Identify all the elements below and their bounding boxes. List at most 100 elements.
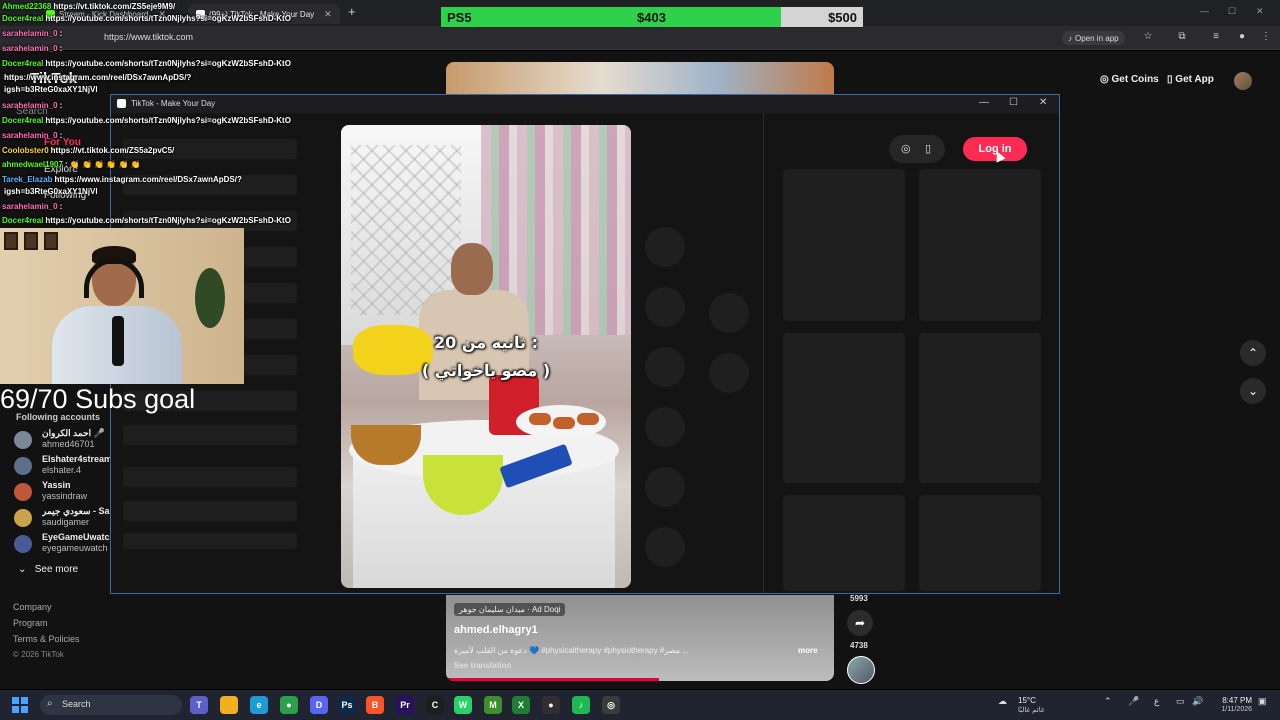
chat-message: Docer4real https://youtube.com/shorts/tTz… <box>2 116 291 125</box>
volume-icon[interactable]: 🔊 <box>1192 696 1203 707</box>
compass-icon[interactable]: ◎ <box>901 142 911 155</box>
chevron-down-icon: ⌄ <box>1247 384 1259 398</box>
notification-icon[interactable]: ▣ <box>1258 696 1267 707</box>
profile-icon[interactable]: ● <box>1236 31 1248 43</box>
tiktok-icon: ♪ <box>1068 33 1072 43</box>
next-video-button[interactable]: ⌄ <box>1240 378 1266 404</box>
obs-icon[interactable]: ● <box>542 696 560 714</box>
following-account[interactable]: Yassin yassindraw <box>14 480 110 504</box>
chat-username: Docer4real <box>2 14 44 23</box>
footer-company-link[interactable]: Company <box>13 602 52 612</box>
taskbar-search[interactable]: ⌕ Search <box>40 695 182 715</box>
previous-video-button[interactable]: ⌃ <box>1240 340 1266 366</box>
chat-message: Docer4real https://youtube.com/shorts/tTz… <box>2 14 291 23</box>
start-button[interactable] <box>12 697 28 713</box>
video-progress-bar[interactable] <box>446 678 660 681</box>
extensions-icon[interactable]: ⧉ <box>1176 31 1188 43</box>
chat-message: Docer4real https://youtube.com/shorts/tTz… <box>2 216 291 225</box>
menu-icon[interactable]: ⋮ <box>1260 31 1272 43</box>
footer-terms-link[interactable]: Terms & Policies <box>13 634 80 644</box>
see-translation-link[interactable]: See translation <box>454 661 511 670</box>
close-window-icon[interactable]: ✕ <box>1256 6 1264 17</box>
app-icon[interactable]: ◎ <box>602 696 620 714</box>
photoshop-icon[interactable]: Ps <box>338 696 356 714</box>
close-icon[interactable]: ✕ <box>1039 97 1047 108</box>
video-description: دعوة من القلب لأميرة 💙 #physicaltherapy … <box>454 646 689 655</box>
action-placeholder <box>645 287 685 327</box>
following-account[interactable]: سعودي جيمر - Sa saudigamer <box>14 506 110 530</box>
maximize-icon[interactable]: ☐ <box>1009 97 1018 108</box>
phone-icon[interactable]: ▯ <box>925 142 931 155</box>
spotify-icon[interactable]: ♪ <box>572 696 590 714</box>
chat-text: : <box>59 101 63 110</box>
chrome-icon[interactable]: ● <box>280 696 298 714</box>
video-player[interactable]: 20 ثانيه من : ( مصو ياخواتي ) <box>341 125 631 588</box>
teams-icon[interactable]: T <box>190 696 208 714</box>
premiere-icon[interactable]: Pr <box>396 696 414 714</box>
chat-text: : <box>59 44 63 53</box>
popup-toolbar: ◎ ▯ <box>889 135 945 163</box>
weather-description[interactable]: غائم غالبًا <box>1018 706 1045 714</box>
network-icon[interactable]: ▭ <box>1176 696 1185 707</box>
webcam-plant <box>195 268 225 328</box>
edge-icon[interactable]: e <box>250 696 268 714</box>
minimize-icon[interactable]: — <box>979 97 989 108</box>
video-caption-line-1: 20 ثانيه من : <box>434 333 538 352</box>
see-more-label: See more <box>34 564 79 575</box>
get-app-button[interactable]: ▯ Get App <box>1167 74 1214 85</box>
xbox-icon[interactable]: X <box>512 696 530 714</box>
clock-date[interactable]: 1/11/2026 <box>1208 706 1252 713</box>
discord-icon[interactable]: D <box>310 696 328 714</box>
share-icon[interactable]: ➦ <box>847 610 873 636</box>
open-in-app-button[interactable]: ♪ Open in app <box>1062 31 1125 45</box>
brave-icon[interactable]: B <box>366 696 384 714</box>
chat-username: Docer4real <box>2 59 44 68</box>
chevron-up-icon: ⌃ <box>1247 346 1259 360</box>
chat-message: Coolobster0 https://vt.tiktok.com/ZS5a2pv… <box>2 146 174 155</box>
following-account[interactable]: EyeGameUwatch eyegameuwatch <box>14 532 115 556</box>
whatsapp-icon[interactable]: W <box>454 696 472 714</box>
footer-program-link[interactable]: Program <box>13 618 48 628</box>
background-video-preview[interactable] <box>446 62 834 96</box>
windows-logo-icon <box>21 706 28 713</box>
following-account[interactable]: Elshater4streamer elshater.4 <box>14 454 121 478</box>
new-tab-button[interactable]: + <box>348 4 356 19</box>
windows-logo-icon <box>12 706 19 713</box>
file-explorer-icon[interactable] <box>220 696 238 714</box>
minimize-icon[interactable]: — <box>1200 6 1209 16</box>
more-link[interactable]: more <box>798 646 818 655</box>
user-avatar[interactable] <box>1234 72 1252 90</box>
video-author[interactable]: ahmed.elhagry1 <box>454 624 538 636</box>
microphone-icon[interactable]: 🎤 <box>1128 696 1139 707</box>
weather-temperature[interactable]: 15°C <box>1018 696 1036 705</box>
author-avatar[interactable] <box>847 656 875 684</box>
playlist-icon[interactable]: ≡ <box>1210 31 1222 43</box>
language-icon[interactable]: ع <box>1154 696 1159 707</box>
chat-username: Docer4real <box>2 116 44 125</box>
background-video-info[interactable]: ميدان سليمان جوهر · Ad Doqi ahmed.elhagr… <box>446 595 834 681</box>
chat-username: sarahelamin_0 <box>2 101 58 110</box>
open-in-app-label: Open in app <box>1075 33 1119 43</box>
avatar <box>14 457 32 475</box>
chat-message: igsh=b3RteG0xaXY1NjVl <box>2 187 98 196</box>
chat-text: igsh=b3RteG0xaXY1NjVl <box>4 187 98 196</box>
chat-message: sarahelamin_0: <box>2 131 62 140</box>
chat-text: https://www.instagram.com/reel/DSx7awnAp… <box>4 73 192 82</box>
following-account[interactable]: احمد الكروان 🎤 ahmed46701 <box>14 428 110 452</box>
star-icon[interactable]: ☆ <box>1142 31 1154 43</box>
video-potato <box>577 413 599 425</box>
maximize-icon[interactable]: ☐ <box>1228 6 1236 17</box>
webcam-microphone <box>112 316 124 366</box>
capcut-icon[interactable]: C <box>426 696 444 714</box>
action-placeholder <box>709 293 749 333</box>
chat-text: https://youtube.com/shorts/tTzn0Njlyhs?s… <box>45 14 291 23</box>
chevron-up-icon[interactable]: ⌃ <box>1104 696 1112 707</box>
minecraft-icon[interactable]: M <box>484 696 502 714</box>
location-tag[interactable]: ميدان سليمان جوهر · Ad Doqi <box>454 603 566 616</box>
get-coins-button[interactable]: ◎ Get Coins <box>1100 74 1159 85</box>
clock-time[interactable]: 8:47 PM <box>1212 696 1252 705</box>
close-tab-icon[interactable]: ✕ <box>324 9 332 20</box>
weather-icon[interactable]: ☁ <box>998 696 1007 707</box>
see-more-button[interactable]: ⌄ See more <box>18 564 78 575</box>
video-potato <box>553 417 575 429</box>
